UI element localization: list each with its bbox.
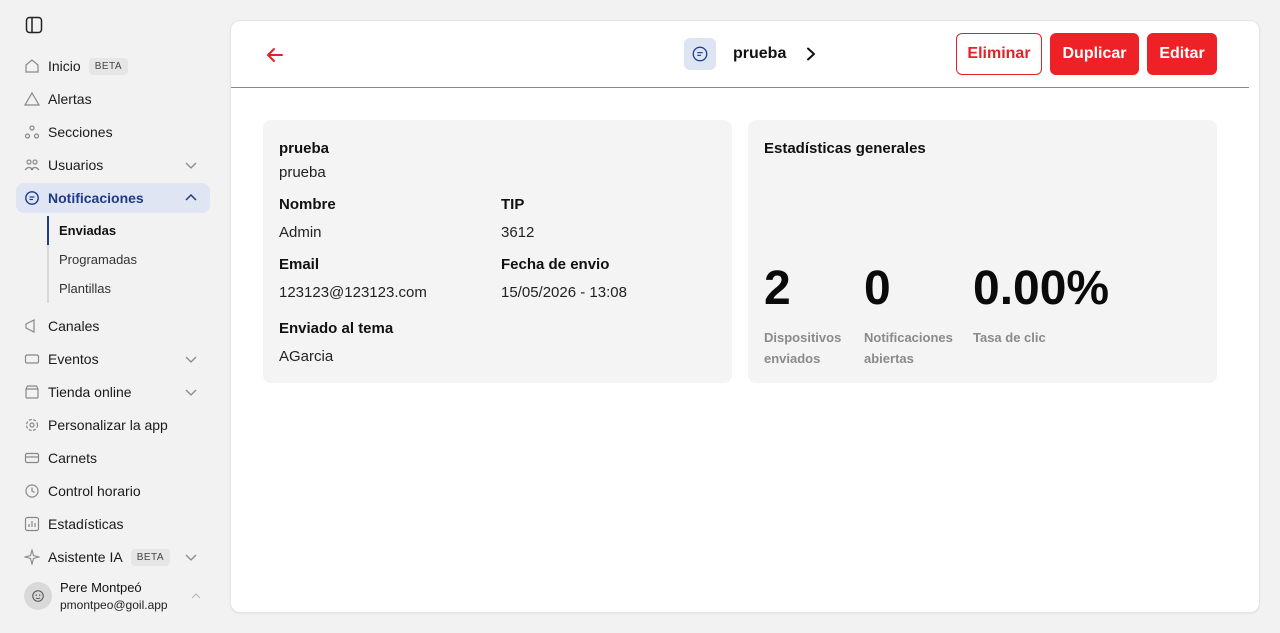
sidebar-subitem-plantillas[interactable]: Plantillas	[47, 274, 207, 303]
sidebar-item-label: Estadísticas	[48, 516, 124, 532]
notification-body: prueba	[279, 164, 326, 181]
sidebar-item-label: Usuarios	[48, 157, 104, 173]
sidebar-item-label: Tienda online	[48, 384, 132, 400]
sidebar: Inicio BETA Alertas Secciones Usuarios N…	[0, 0, 222, 633]
email-value: 123123@123123.com	[279, 284, 427, 301]
sidebar-item-carnets[interactable]: Carnets	[16, 443, 210, 473]
store-icon	[24, 384, 40, 400]
chevron-up-icon[interactable]	[184, 191, 198, 205]
name-value: Admin	[279, 224, 322, 241]
user-profile[interactable]: Pere Montpeó pmontpeo@goil.app	[24, 580, 210, 616]
sidebar-item-label: Eventos	[48, 351, 99, 367]
gear-icon	[24, 417, 40, 433]
date-value: 15/05/2026 - 13:08	[501, 284, 627, 301]
sidebar-subitem-enviadas[interactable]: Enviadas	[47, 216, 207, 245]
user-email: pmontpeo@goil.app	[60, 598, 168, 612]
sidebar-item-label: Notificaciones	[48, 190, 144, 206]
user-name: Pere Montpeó	[60, 580, 142, 595]
notification-chat-icon	[684, 38, 716, 70]
sidebar-item-label: Alertas	[48, 91, 92, 107]
header-title-group: prueba	[684, 38, 818, 70]
topic-value: AGarcia	[279, 348, 334, 365]
edit-button[interactable]: Editar	[1147, 33, 1217, 75]
stats-title: Estadísticas generales	[764, 140, 926, 157]
users-icon	[24, 157, 40, 173]
notification-details-card: prueba prueba Nombre Admin TIP 3612 Emai…	[263, 120, 732, 383]
stats-card: Estadísticas generales 2 Dispositivos en…	[748, 120, 1217, 383]
sidebar-item-label: Canales	[48, 318, 100, 334]
chevron-down-icon[interactable]	[184, 158, 198, 172]
tip-label: TIP	[501, 196, 525, 213]
chevron-down-icon[interactable]	[184, 352, 198, 366]
ctr-value: 0.00%	[973, 262, 1110, 315]
sidebar-item-usuarios[interactable]: Usuarios	[16, 150, 210, 180]
sidebar-subitem-programadas[interactable]: Programadas	[47, 245, 207, 274]
chevron-right-icon[interactable]	[804, 47, 818, 61]
beta-badge: BETA	[88, 57, 129, 75]
card-icon	[24, 450, 40, 466]
sidebar-item-estadisticas[interactable]: Estadísticas	[16, 509, 210, 539]
sidebar-item-secciones[interactable]: Secciones	[16, 117, 210, 147]
detail-header: prueba Eliminar Duplicar Editar	[231, 21, 1249, 88]
sidebar-item-label: Carnets	[48, 450, 98, 466]
sidebar-item-label: Inicio	[48, 58, 81, 74]
clock-icon	[24, 483, 40, 499]
email-label: Email	[279, 256, 320, 273]
avatar	[24, 582, 52, 610]
back-arrow-icon[interactable]	[265, 45, 285, 65]
opened-value: 0	[864, 262, 891, 315]
sidebar-toggle-icon[interactable]	[25, 16, 43, 34]
sidebar-item-control-horario[interactable]: Control horario	[16, 476, 210, 506]
sparkle-icon	[24, 549, 40, 565]
sidebar-item-label: Control horario	[48, 483, 141, 499]
delete-button[interactable]: Eliminar	[956, 33, 1042, 75]
duplicate-button[interactable]: Duplicar	[1050, 33, 1139, 75]
sidebar-item-tienda-online[interactable]: Tienda online	[16, 377, 210, 407]
sidebar-item-canales[interactable]: Canales	[16, 311, 210, 341]
chevron-down-icon[interactable]	[184, 550, 198, 564]
beta-badge: BETA	[130, 548, 171, 566]
opened-label-line-2: abiertas	[864, 351, 914, 366]
opened-label: Notificaciones abiertas	[864, 327, 953, 369]
opened-label-line-1: Notificaciones	[864, 330, 953, 345]
chevron-up-icon[interactable]	[190, 590, 202, 602]
sidebar-item-label: Secciones	[48, 124, 113, 140]
page-title: prueba	[733, 45, 787, 62]
topic-label: Enviado al tema	[279, 320, 394, 337]
sidebar-item-label: Personalizar la app	[48, 417, 168, 433]
sidebar-item-personalizar[interactable]: Personalizar la app	[16, 410, 210, 440]
sidebar-item-alertas[interactable]: Alertas	[16, 84, 210, 114]
sidebar-item-label: Asistente IA	[48, 549, 123, 565]
sidebar-item-eventos[interactable]: Eventos	[16, 344, 210, 374]
chat-icon	[24, 190, 40, 206]
devices-sent-label-line-1: Dispositivos	[764, 330, 842, 345]
sections-icon	[24, 124, 40, 140]
home-icon	[24, 58, 40, 74]
name-label: Nombre	[279, 196, 336, 213]
chart-icon	[24, 516, 40, 532]
tip-value: 3612	[501, 224, 535, 241]
devices-sent-label: Dispositivos enviados	[764, 327, 841, 369]
ticket-icon	[24, 351, 40, 367]
chevron-down-icon[interactable]	[184, 385, 198, 399]
date-label: Fecha de envio	[501, 256, 610, 273]
sidebar-item-notificaciones[interactable]: Notificaciones	[16, 183, 210, 213]
megaphone-icon	[24, 318, 40, 334]
main-panel: prueba Eliminar Duplicar Editar prueba p…	[230, 20, 1260, 613]
devices-sent-value: 2	[764, 262, 791, 315]
ctr-label: Tasa de clic	[973, 330, 1046, 345]
notification-title: prueba	[279, 140, 330, 157]
sidebar-item-inicio[interactable]: Inicio BETA	[16, 51, 210, 81]
sidebar-item-asistente-ia[interactable]: Asistente IA BETA	[16, 542, 210, 572]
alert-icon	[24, 91, 40, 107]
devices-sent-label-line-2: enviados	[764, 351, 821, 366]
